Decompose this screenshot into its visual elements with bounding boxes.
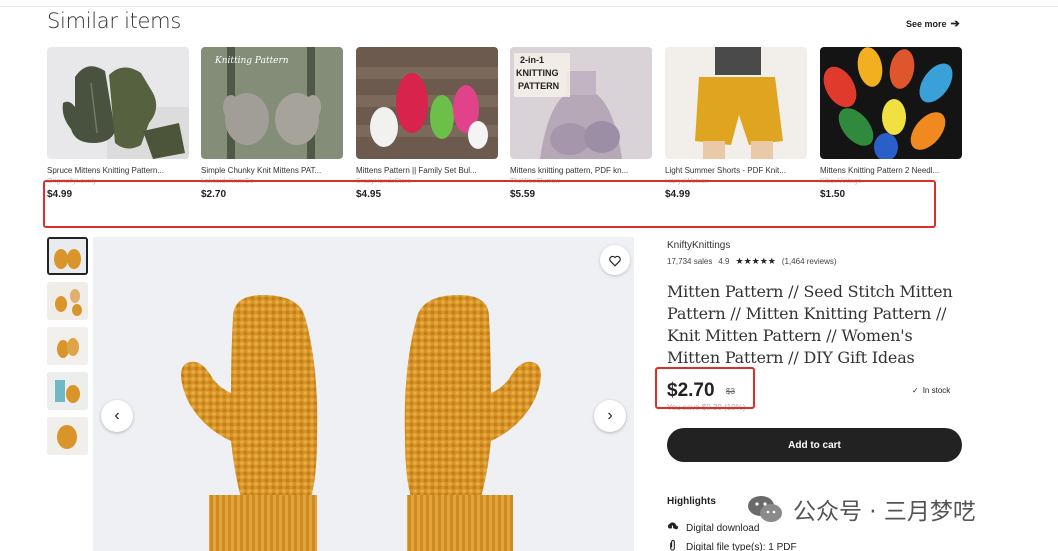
gallery-thumbnail[interactable] xyxy=(47,282,88,320)
prev-image-button[interactable]: ‹ xyxy=(101,400,133,432)
checkmark-icon: ✓ xyxy=(912,386,919,395)
thumb-caption: Knitting Pattern xyxy=(214,56,289,66)
item-title[interactable]: Light Summer Shorts - PDF Knit... xyxy=(665,166,807,175)
item-thumbnail[interactable] xyxy=(47,47,189,159)
item-thumbnail[interactable] xyxy=(356,47,498,159)
heart-icon xyxy=(609,255,621,267)
main-product-image[interactable] xyxy=(93,237,634,551)
product-title: Mitten Pattern // Seed Stitch Mitten Pat… xyxy=(667,282,953,367)
highlights-heading: Highlights xyxy=(667,496,716,507)
chevron-left-icon: ‹ xyxy=(114,407,120,424)
rating-value: 4.9 xyxy=(718,257,730,266)
favorite-button[interactable] xyxy=(600,245,630,275)
section-title: Similar items xyxy=(47,9,181,33)
stock-status: ✓ In stock xyxy=(912,386,950,395)
item-title[interactable]: Mittens Pattern || Family Set Bul... xyxy=(356,166,498,175)
see-more-label: See more xyxy=(906,18,947,29)
item-title[interactable]: Mittens Knitting Pattern 2 Needl... xyxy=(820,166,962,175)
item-title[interactable]: Spruce Mittens Knitting Pattern... xyxy=(47,166,189,175)
gallery-thumbnail[interactable] xyxy=(47,327,88,365)
sales-count: 17,734 sales xyxy=(667,257,713,266)
item-thumbnail[interactable]: 2-in-1 KNITTING PATTERN xyxy=(510,47,652,159)
gallery-thumbnail[interactable] xyxy=(47,417,88,455)
shop-meta: 17,734 sales 4.9 ★★★★★ (1,464 reviews) xyxy=(667,256,837,267)
top-divider xyxy=(0,6,1058,7)
annotation-highlight-box xyxy=(655,367,755,409)
annotation-highlight-box xyxy=(43,180,936,228)
watermark: 公众号 · 三月梦呓 xyxy=(747,492,976,526)
watermark-text: 公众号 · 三月梦呓 xyxy=(793,499,976,525)
stock-label: In stock xyxy=(922,386,951,395)
item-title[interactable]: Mittens knitting pattern, PDF kn... xyxy=(510,166,652,175)
highlight-item: Digital download xyxy=(667,521,759,535)
gallery-thumbnails xyxy=(47,237,88,462)
star-rating-icon: ★★★★★ xyxy=(735,256,776,266)
highlight-text: Digital file type(s): 1 PDF xyxy=(686,541,797,551)
similar-item-card[interactable]: Mittens Pattern || Family Set Bul... Cra… xyxy=(356,47,498,200)
similar-item-card[interactable]: Light Summer Shorts - PDF Knit... HanyaW… xyxy=(665,47,807,200)
shop-name-link[interactable]: KniftyKnittings xyxy=(667,240,730,251)
similar-item-card[interactable]: 2-in-1 KNITTING PATTERN Mittens knitting p… xyxy=(510,47,652,200)
item-thumbnail[interactable] xyxy=(665,47,807,159)
arrow-right-icon: ➔ xyxy=(950,18,960,30)
similar-item-card[interactable]: Spruce Mittens Knitting Pattern... Origi… xyxy=(47,47,189,200)
item-thumbnail[interactable] xyxy=(820,47,962,159)
item-thumbnail[interactable]: Knitting Pattern xyxy=(201,47,343,159)
next-image-button[interactable]: › xyxy=(594,400,626,432)
wechat-logo-icon xyxy=(747,494,783,524)
chevron-right-icon: › xyxy=(607,407,613,424)
highlight-item: Digital file type(s): 1 PDF xyxy=(667,539,797,551)
reviews-link[interactable]: (1,464 reviews) xyxy=(782,257,837,266)
gallery-thumbnail[interactable] xyxy=(47,237,88,275)
similar-item-card[interactable]: Mittens Knitting Pattern 2 Needl... Kibo… xyxy=(820,47,962,200)
add-to-cart-button[interactable]: Add to cart xyxy=(667,428,962,462)
gallery-thumbnail[interactable] xyxy=(47,372,88,410)
paperclip-icon xyxy=(667,539,678,551)
download-icon xyxy=(667,521,678,535)
see-more-link[interactable]: See more ➔ xyxy=(906,17,960,30)
similar-item-card[interactable]: Knitting Pattern Simple Chunky Knit Mitt… xyxy=(201,47,343,200)
item-title[interactable]: Simple Chunky Knit Mittens PAT... xyxy=(201,166,343,175)
